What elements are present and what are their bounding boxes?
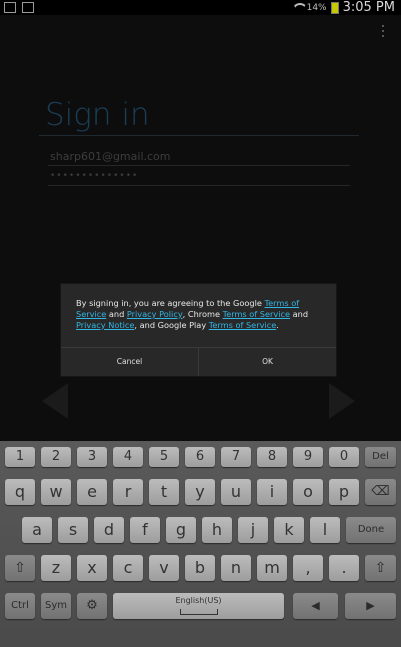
keyboard-notification-icon — [4, 2, 16, 13]
key-z[interactable]: z — [41, 555, 71, 581]
dialog-buttons: Cancel OK — [61, 347, 336, 376]
key-0[interactable]: 0 — [329, 447, 359, 467]
clock: 3:05 PM — [342, 0, 395, 15]
delete-key[interactable]: Del — [365, 447, 396, 467]
done-key[interactable]: Done — [346, 517, 396, 543]
key-u[interactable]: u — [221, 479, 251, 505]
settings-gear-icon[interactable]: ⚙ — [77, 593, 107, 619]
cancel-button[interactable]: Cancel — [61, 348, 198, 376]
terms-text-part: and — [290, 309, 309, 319]
keyboard-row-numbers: 1 2 3 4 5 6 7 8 9 0 Del — [0, 447, 401, 475]
wifi-icon — [293, 3, 303, 12]
terms-text-part: , and Google Play — [134, 320, 209, 330]
key-j[interactable]: j — [238, 517, 268, 543]
password-field[interactable]: •••••••••••••• — [50, 171, 138, 181]
play-terms-link[interactable]: Terms of Service — [209, 320, 276, 330]
status-bar: 14% 3:05 PM — [0, 0, 401, 15]
key-s[interactable]: s — [58, 517, 88, 543]
key-m[interactable]: m — [257, 555, 287, 581]
cursor-left-icon[interactable]: ◀ — [293, 593, 338, 619]
keyboard-row-qwerty: q w e r t y u i o p ⌫ — [0, 479, 401, 507]
key-7[interactable]: 7 — [221, 447, 251, 467]
key-e[interactable]: e — [77, 479, 107, 505]
overflow-menu-icon[interactable] — [382, 25, 385, 37]
key-comma[interactable]: , — [293, 555, 323, 581]
key-1[interactable]: 1 — [5, 447, 35, 467]
spacebar[interactable]: English(US) — [113, 593, 284, 619]
keyboard-row-zxcv: ⇧ z x c v b n m , . ⇧ — [0, 555, 401, 583]
ctrl-key[interactable]: Ctrl — [5, 593, 35, 619]
keyboard-row-asdf: a s d f g h j k l Done — [0, 517, 401, 545]
terms-text-part: and — [106, 309, 127, 319]
email-field[interactable]: sharp601@gmail.com — [50, 150, 170, 163]
key-t[interactable]: t — [149, 479, 179, 505]
key-c[interactable]: c — [113, 555, 143, 581]
space-icon — [179, 609, 218, 615]
key-i[interactable]: i — [257, 479, 287, 505]
key-a[interactable]: a — [22, 517, 52, 543]
key-3[interactable]: 3 — [77, 447, 107, 467]
page-title: Sign in — [45, 97, 150, 133]
key-p[interactable]: p — [329, 479, 359, 505]
key-k[interactable]: k — [274, 517, 304, 543]
title-divider — [39, 135, 359, 136]
key-d[interactable]: d — [94, 517, 124, 543]
backspace-icon[interactable]: ⌫ — [365, 479, 396, 505]
next-arrow-icon[interactable] — [329, 383, 355, 419]
key-v[interactable]: v — [149, 555, 179, 581]
back-arrow-icon[interactable] — [42, 383, 68, 419]
key-o[interactable]: o — [293, 479, 323, 505]
keyboard-language-label: English(US) — [175, 596, 222, 605]
terms-dialog: By signing in, you are agreeing to the G… — [61, 284, 336, 376]
privacy-notice-link[interactable]: Privacy Notice — [76, 320, 134, 330]
terms-text-part: , Chrome — [182, 309, 223, 319]
key-g[interactable]: g — [166, 517, 196, 543]
key-q[interactable]: q — [5, 479, 35, 505]
key-5[interactable]: 5 — [149, 447, 179, 467]
key-period[interactable]: . — [329, 555, 359, 581]
key-h[interactable]: h — [202, 517, 232, 543]
key-w[interactable]: w — [41, 479, 71, 505]
privacy-policy-link[interactable]: Privacy Policy — [127, 309, 183, 319]
battery-icon — [330, 1, 339, 14]
battery-percent: 14% — [306, 2, 327, 13]
key-6[interactable]: 6 — [185, 447, 215, 467]
sym-key[interactable]: Sym — [41, 593, 71, 619]
email-underline — [48, 165, 350, 166]
terms-text-part: . — [276, 320, 279, 330]
key-9[interactable]: 9 — [293, 447, 323, 467]
password-underline — [48, 185, 350, 186]
keyboard-row-bottom: Ctrl Sym ⚙ English(US) ◀ ▶ — [0, 593, 401, 621]
terms-text-part: By signing in, you are agreeing to the G… — [76, 298, 265, 308]
status-indicators: 14% 3:05 PM — [293, 0, 395, 15]
key-8[interactable]: 8 — [257, 447, 287, 467]
chrome-terms-link[interactable]: Terms of Service — [223, 309, 290, 319]
signin-screen: Sign in sharp601@gmail.com •••••••••••••… — [0, 15, 401, 441]
shift-icon[interactable]: ⇧ — [5, 555, 35, 581]
key-x[interactable]: x — [77, 555, 107, 581]
image-notification-icon — [22, 2, 34, 13]
key-l[interactable]: l — [310, 517, 340, 543]
key-f[interactable]: f — [130, 517, 160, 543]
key-r[interactable]: r — [113, 479, 143, 505]
key-2[interactable]: 2 — [41, 447, 71, 467]
cursor-right-icon[interactable]: ▶ — [345, 593, 396, 619]
key-n[interactable]: n — [221, 555, 251, 581]
status-notifications — [4, 2, 34, 13]
key-4[interactable]: 4 — [113, 447, 143, 467]
ok-button[interactable]: OK — [198, 348, 336, 376]
shift-right-icon[interactable]: ⇧ — [365, 555, 396, 581]
onscreen-keyboard: 1 2 3 4 5 6 7 8 9 0 Del q w e r t y u i … — [0, 441, 401, 647]
key-y[interactable]: y — [185, 479, 215, 505]
key-b[interactable]: b — [185, 555, 215, 581]
terms-text: By signing in, you are agreeing to the G… — [76, 298, 324, 331]
